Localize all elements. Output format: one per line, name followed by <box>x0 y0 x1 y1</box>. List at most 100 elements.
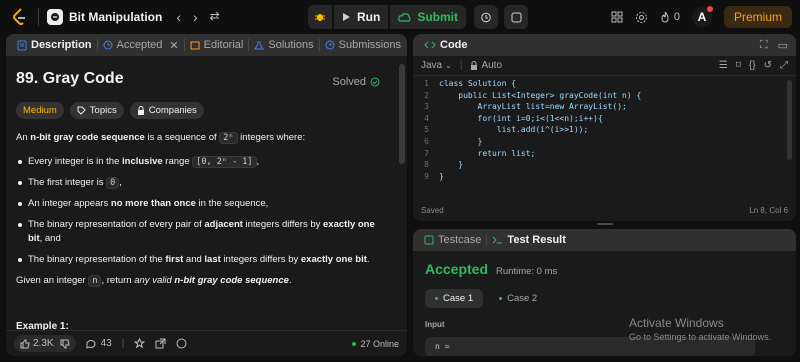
description-footer: 2.3K 43 | 27 Online <box>6 330 407 356</box>
bug-icon <box>315 14 325 21</box>
bold-term: adjacent <box>204 219 243 230</box>
tab-solutions[interactable]: Solutions <box>249 39 318 51</box>
test-tab-bar: Testcase Test Result <box>413 229 796 251</box>
debug-button[interactable] <box>308 5 332 29</box>
shuffle-icon[interactable]: ⇄ <box>210 9 220 25</box>
code-line[interactable]: 2 public List<Integer> grayCode(int n) { <box>413 90 796 102</box>
difficulty-badge[interactable]: Medium <box>16 102 64 119</box>
problem-title: 89. Gray Code <box>16 70 124 87</box>
code-line[interactable]: 4 for(int i=0;i<(1<<n);i++){ <box>413 113 796 125</box>
run-button[interactable]: Run <box>334 5 389 29</box>
chevron-right-icon[interactable]: › <box>193 9 198 25</box>
submit-label: Submit <box>417 10 458 24</box>
note-icon[interactable]: ☰ <box>719 60 728 71</box>
text: , <box>119 177 122 188</box>
online-dot <box>352 341 357 346</box>
bold-term: n-bit gray code sequence <box>30 132 145 143</box>
avatar[interactable]: A <box>691 6 713 27</box>
reset-icon[interactable]: ↺ <box>764 60 772 71</box>
pass-dot <box>435 297 438 300</box>
code-line[interactable]: 1 class Solution { <box>413 78 796 90</box>
panel-resize-handle[interactable] <box>413 223 796 227</box>
tab-description[interactable]: Description <box>12 39 97 51</box>
gear-icon[interactable] <box>635 11 648 24</box>
bold-term: no more than once <box>110 198 196 209</box>
inline-code: n <box>88 275 102 287</box>
tab-testcase[interactable]: Testcase <box>419 234 486 246</box>
code-text: ArrayList list=new ArrayList(); <box>439 102 627 112</box>
leetcode-logo-icon[interactable] <box>10 7 30 27</box>
code-line[interactable]: 3 ArrayList list=new ArrayList(); <box>413 101 796 113</box>
code-line[interactable]: 5 list.add(i^(i>>1)); <box>413 124 796 136</box>
timer-button[interactable] <box>474 5 498 29</box>
text: An <box>16 132 31 143</box>
fire-icon <box>661 11 669 23</box>
line-number: 8 <box>424 160 429 170</box>
companies-tag[interactable]: Companies <box>129 102 204 119</box>
case-tabs: Case 1 Case 2 <box>425 289 784 308</box>
code-line[interactable]: 6 } <box>413 136 796 148</box>
scrollbar[interactable] <box>787 80 792 160</box>
bold-term: last <box>204 254 221 265</box>
topics-tag[interactable]: Topics <box>69 102 124 119</box>
history-icon <box>325 40 335 50</box>
close-icon[interactable]: ✕ <box>169 39 178 52</box>
text: Given an integer <box>16 275 89 286</box>
notes-button[interactable] <box>504 5 528 29</box>
constraint-list: Every integer is in the inclusive range … <box>16 155 386 267</box>
fullscreen-icon[interactable]: ⤢ <box>780 60 788 71</box>
star-icon[interactable] <box>134 338 146 349</box>
line-number: 6 <box>424 136 429 146</box>
like-button[interactable]: 2.3K <box>20 338 54 349</box>
code-editor[interactable]: 1 class Solution {2 public List<Integer> … <box>413 78 796 198</box>
case-tab-1[interactable]: Case 1 <box>425 289 484 308</box>
result-header: Accepted Runtime: 0 ms <box>425 261 784 277</box>
case-tab-2[interactable]: Case 2 <box>489 289 547 308</box>
submit-button[interactable]: Submit <box>390 5 466 29</box>
share-icon[interactable] <box>155 338 166 349</box>
bold-term: inclusive <box>122 156 163 167</box>
auto-save-toggle[interactable]: Auto <box>470 60 502 71</box>
problem-list-icon[interactable] <box>47 9 63 25</box>
streak-counter[interactable]: 0 <box>660 11 680 23</box>
premium-button[interactable]: Premium <box>723 6 792 28</box>
result-status: Accepted <box>425 261 489 277</box>
code-line[interactable]: 9} <box>413 171 796 183</box>
tab-label: Submissions <box>338 39 401 51</box>
comment-icon <box>86 339 96 349</box>
tab-accepted[interactable]: Accepted ✕ <box>98 39 184 52</box>
companies-label: Companies <box>148 105 197 116</box>
chevron-left-icon[interactable]: ‹ <box>176 9 181 25</box>
italic-text: any valid <box>134 275 175 286</box>
scrollbar[interactable] <box>399 64 405 164</box>
code-line[interactable]: 8 } <box>413 159 796 171</box>
document-icon <box>17 40 27 50</box>
help-circle-icon[interactable] <box>176 338 187 349</box>
tab-submissions[interactable]: Submissions <box>320 39 406 51</box>
text: An integer appears <box>28 198 111 209</box>
language-select[interactable]: Java ⌄ <box>421 60 452 71</box>
description-panel: Description Accepted ✕ Editorial Solutio… <box>6 34 407 356</box>
book-icon <box>190 41 200 50</box>
comments-button[interactable]: 43 <box>86 338 112 349</box>
tab-label: Testcase <box>438 234 482 246</box>
text: , <box>256 156 260 167</box>
minimize-panel-icon[interactable]: ▭ <box>778 39 788 52</box>
format-braces-icon[interactable]: {} <box>749 60 756 71</box>
activate-windows-watermark: Activate Windows Go to Settings to activ… <box>629 316 771 342</box>
code-line[interactable]: 7 return list; <box>413 148 796 160</box>
bookmark-icon[interactable]: ⌑ <box>736 60 741 71</box>
line-number: 9 <box>424 171 429 181</box>
thumbs-down-icon[interactable] <box>60 339 70 349</box>
code-panel: Code ⛶ ▭ Java ⌄ | Auto ☰ ⌑ {} ↺ ⤢ 1 class… <box>413 34 796 221</box>
tab-test-result[interactable]: Test Result <box>487 234 570 246</box>
tab-editorial[interactable]: Editorial <box>185 39 249 51</box>
layout-grid-icon[interactable] <box>611 11 623 23</box>
problem-list-title[interactable]: Bit Manipulation <box>69 10 162 24</box>
maximize-icon[interactable]: ⛶ <box>760 39 768 52</box>
code-text: for(int i=0;i<(1<<n);i++){ <box>439 113 603 123</box>
tab-code[interactable]: Code <box>419 39 473 51</box>
notification-dot <box>706 6 713 12</box>
like-count: 2.3K <box>33 338 54 349</box>
line-number: 3 <box>424 102 429 112</box>
